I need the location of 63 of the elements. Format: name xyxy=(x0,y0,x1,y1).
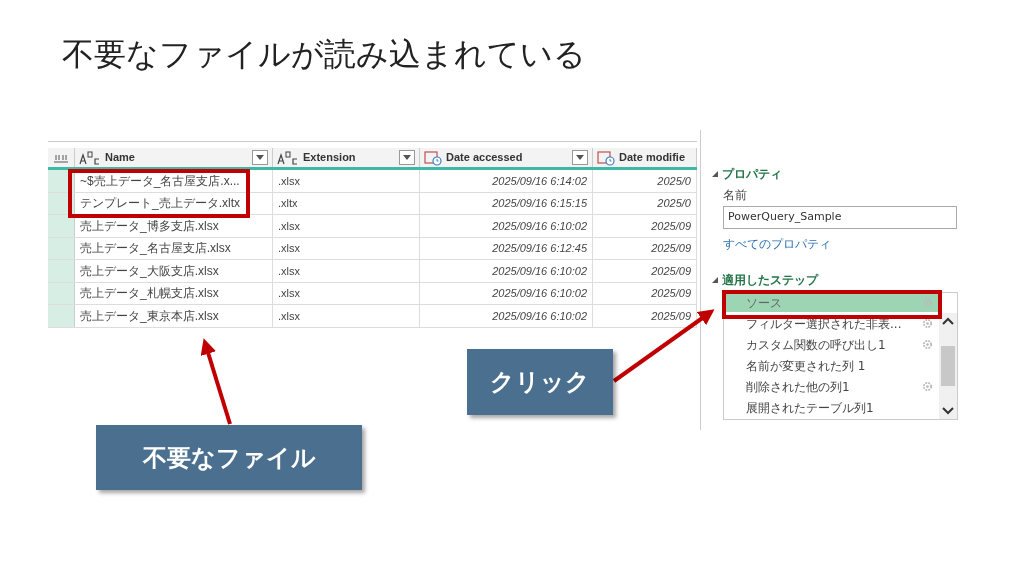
name-field[interactable]: PowerQuery_Sample xyxy=(723,206,957,229)
row-number-cell xyxy=(48,260,75,282)
scrollbar[interactable] xyxy=(939,313,957,419)
callout-label: クリック xyxy=(467,349,613,415)
table-cell: 2025/09 xyxy=(593,305,697,327)
section-heading: 適用したステップ xyxy=(722,272,818,289)
table-cell: .xlsx xyxy=(273,305,420,327)
table-cell: .xlsx xyxy=(273,215,420,237)
column-header[interactable]: Extension xyxy=(273,148,420,167)
filter-dropdown-button[interactable] xyxy=(252,150,268,165)
table-cell: 2025/09/16 6:12:45 xyxy=(420,237,593,259)
table-cell: 2025/09/16 6:10:02 xyxy=(420,305,593,327)
scroll-down-icon[interactable] xyxy=(942,407,954,415)
row-number-cell xyxy=(48,305,75,327)
table-cell: 2025/0 xyxy=(593,192,697,214)
gear-icon[interactable] xyxy=(922,318,933,329)
column-header[interactable]: Date modifie xyxy=(593,148,697,167)
table-cell: 2025/09 xyxy=(593,237,697,259)
table-cell: 売上データ_博多支店.xlsx xyxy=(75,215,273,237)
text-type-icon xyxy=(79,150,101,165)
text-type-icon xyxy=(277,150,299,165)
table-cell: .xlsx xyxy=(273,282,420,304)
filter-dropdown-button[interactable] xyxy=(399,150,415,165)
collapse-triangle-icon[interactable] xyxy=(712,277,718,283)
table-cell: 売上データ_東京本店.xlsx xyxy=(75,305,273,327)
table-cell: .xltx xyxy=(273,192,420,214)
row-number-cell xyxy=(48,237,75,259)
table-cell: .xlsx xyxy=(273,170,420,192)
table-cell: 2025/09/16 6:10:02 xyxy=(420,215,593,237)
caret-icon xyxy=(403,155,411,160)
caret-icon xyxy=(256,155,264,160)
step-item[interactable]: 展開されたテーブル列1 xyxy=(724,398,939,417)
table-cell: 2025/09/16 6:10:02 xyxy=(420,282,593,304)
table-cell: 2025/09 xyxy=(593,215,697,237)
table-cell: .xlsx xyxy=(273,260,420,282)
collapse-triangle-icon[interactable] xyxy=(712,171,718,177)
step-item[interactable]: 名前が変更された列 1 xyxy=(724,356,939,375)
column-header[interactable]: Name xyxy=(75,148,273,167)
table-cell: テンプレート_売上データ.xltx xyxy=(75,192,273,214)
table-cell: 2025/09/16 6:15:15 xyxy=(420,192,593,214)
callout-label: 不要なファイル xyxy=(96,425,362,490)
caret-icon xyxy=(576,155,584,160)
table-cell: 2025/09/16 6:14:02 xyxy=(420,170,593,192)
step-item[interactable]: カスタム関数の呼び出し1 xyxy=(724,335,939,354)
slide-title: 不要なファイルが読み込まれている xyxy=(62,34,586,74)
row-number-cell xyxy=(48,282,75,304)
table-cell: 2025/09 xyxy=(593,260,697,282)
field-label: 名前 xyxy=(723,187,748,204)
table-cell: ~$売上データ_名古屋支店.x... xyxy=(75,170,273,192)
table-cell: 2025/0 xyxy=(593,170,697,192)
section-heading: プロパティ xyxy=(722,166,782,183)
table-cell: 売上データ_大阪支店.xlsx xyxy=(75,260,273,282)
step-item[interactable]: 削除された他の列1 xyxy=(724,377,939,396)
table-cell: .xlsx xyxy=(273,237,420,259)
table-cell: 売上データ_名古屋支店.xlsx xyxy=(75,237,273,259)
table-cell: 2025/09/16 6:10:02 xyxy=(420,260,593,282)
filter-dropdown-button[interactable] xyxy=(572,150,588,165)
row-number-cell xyxy=(48,215,75,237)
table-cell: 売上データ_札幌支店.xlsx xyxy=(75,282,273,304)
column-header[interactable]: Date accessed xyxy=(420,148,593,167)
scroll-up-icon[interactable] xyxy=(942,317,954,325)
all-properties-link[interactable]: すべてのプロパティ xyxy=(723,235,962,253)
table-cell: 2025/09 xyxy=(593,282,697,304)
